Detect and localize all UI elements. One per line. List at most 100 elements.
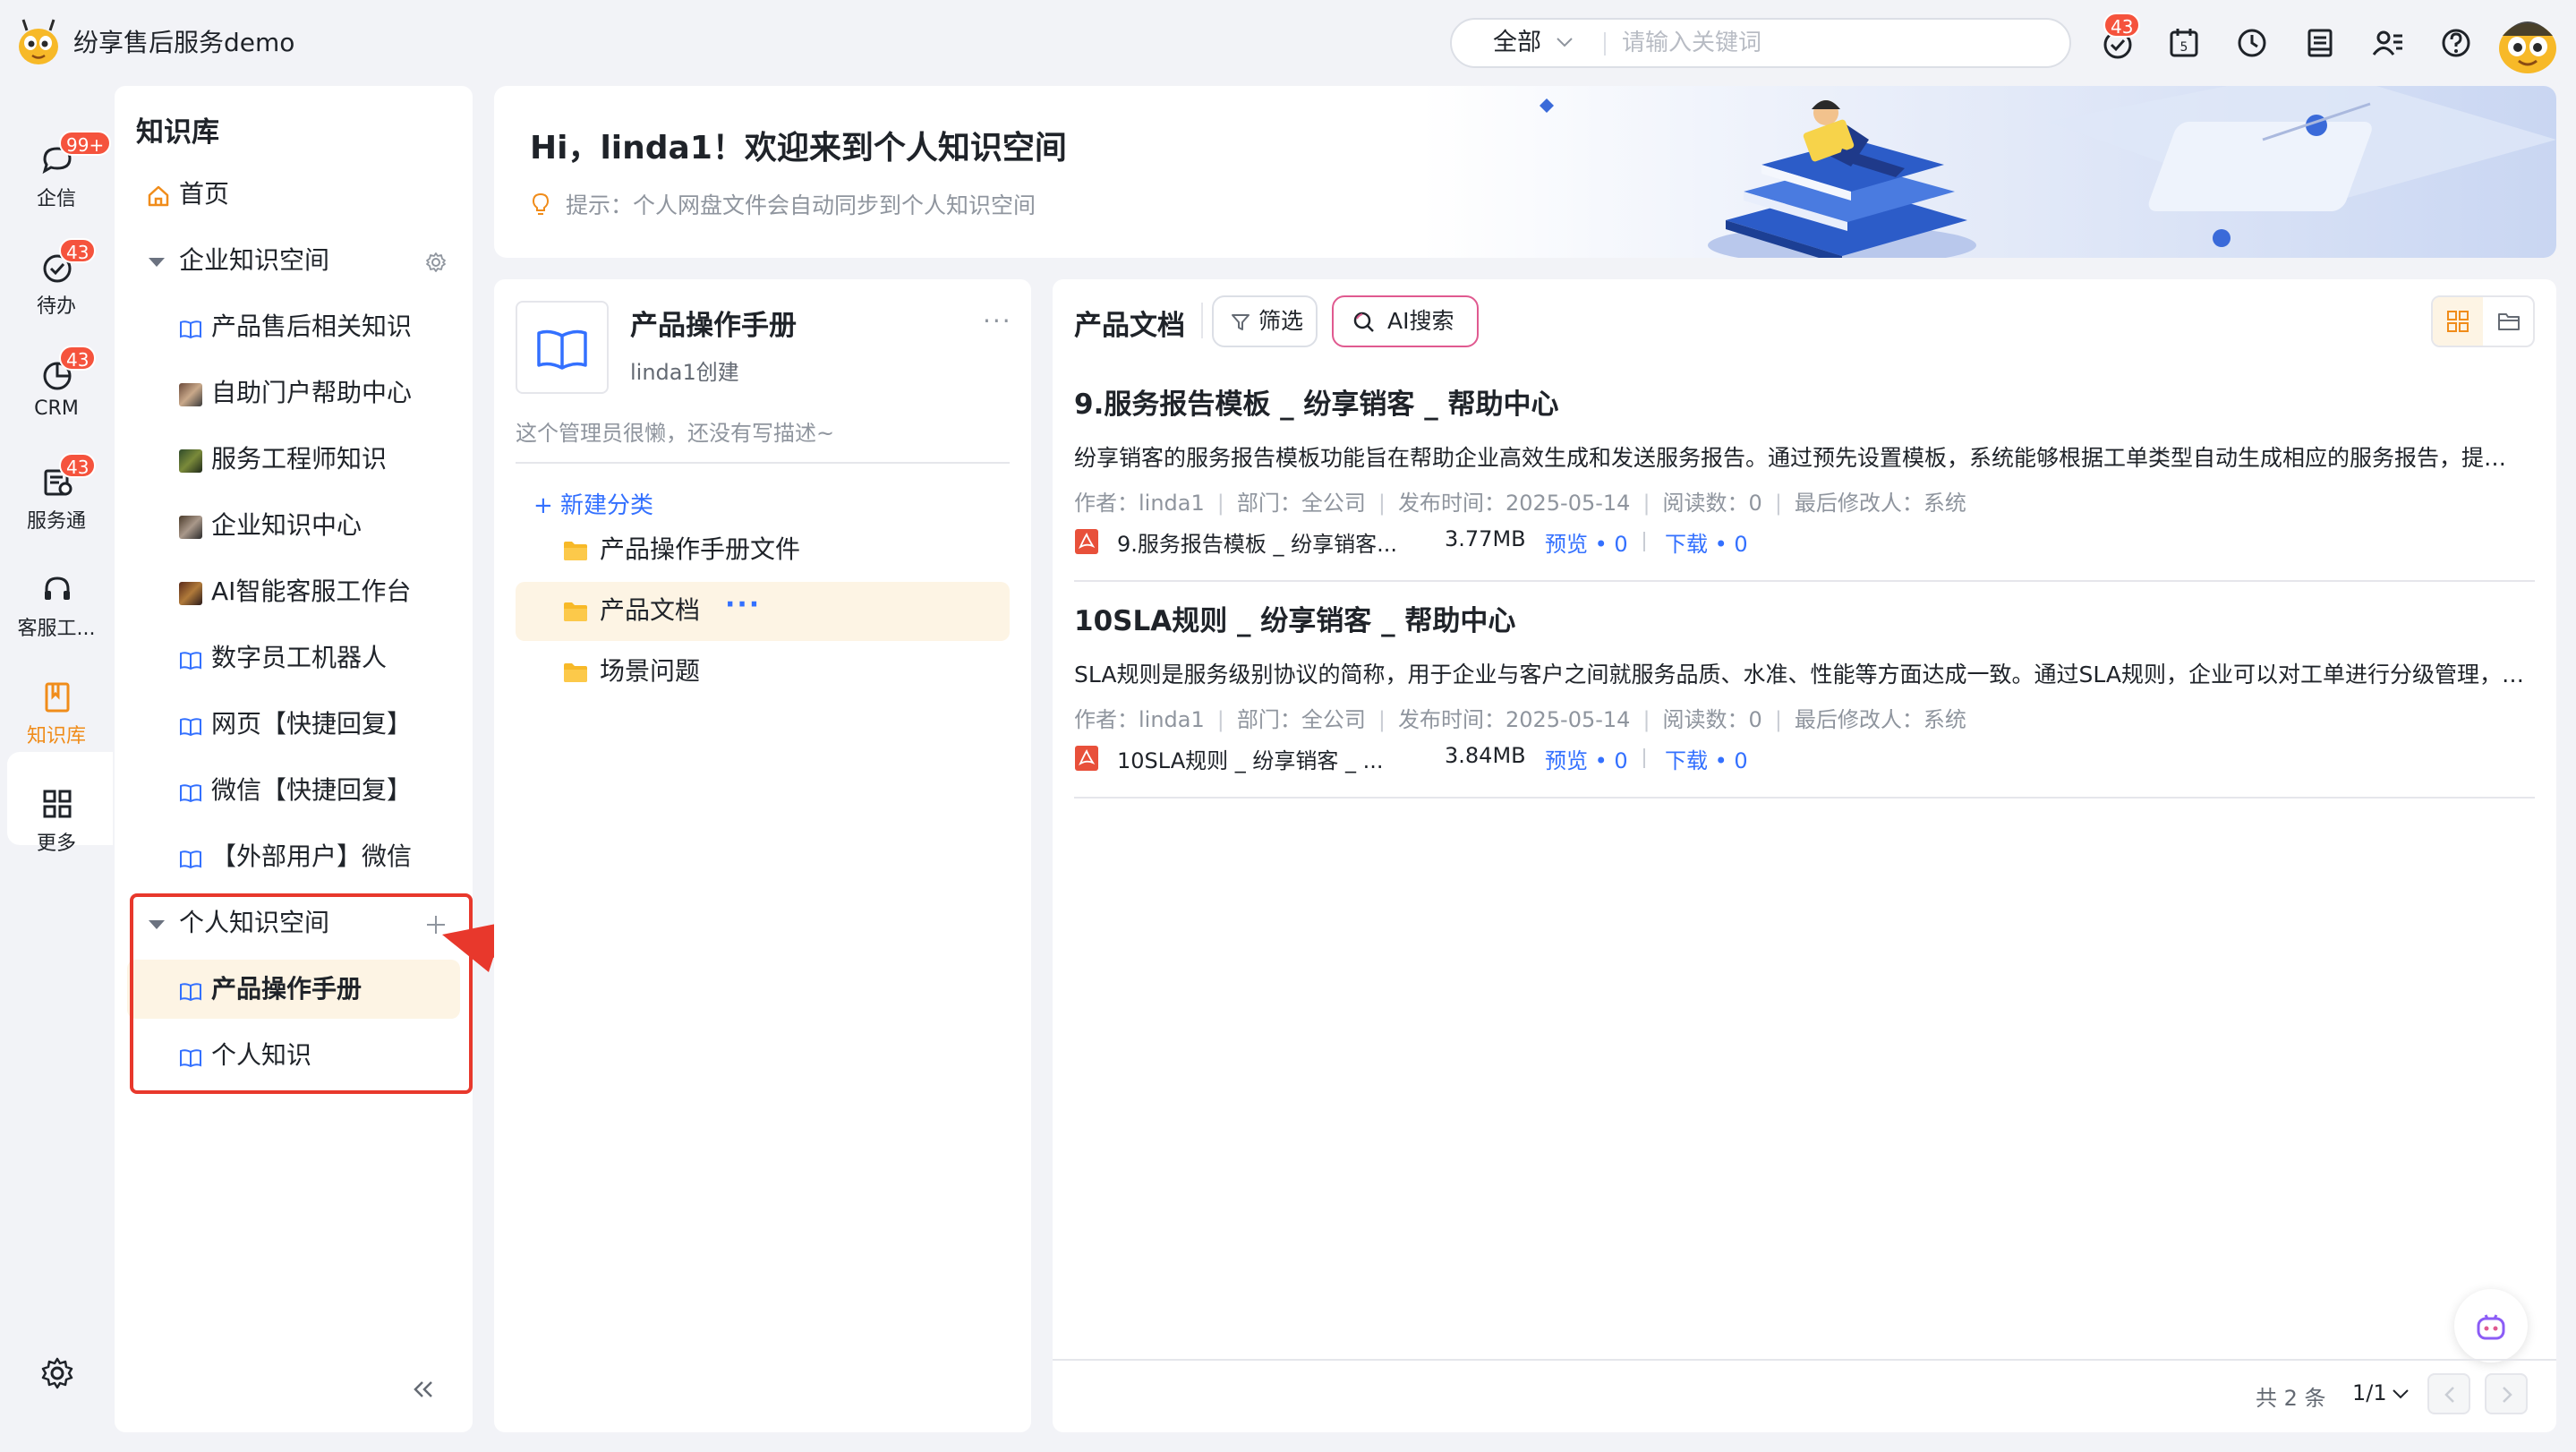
- folder-icon: [564, 663, 587, 682]
- rail-badge: 43: [59, 238, 97, 263]
- meta-separator: |: [1774, 491, 1782, 516]
- book-title: 产品操作手册: [630, 310, 797, 342]
- book-icon: [180, 718, 201, 737]
- user-avatar[interactable]: [2494, 9, 2562, 77]
- meta-modifier: 最后修改人：系统: [1794, 491, 1966, 516]
- meta-modifier: 最后修改人：系统: [1794, 707, 1966, 732]
- tree-item[interactable]: 企业知识中心: [127, 496, 460, 555]
- meta-author: 作者：linda1: [1074, 491, 1205, 516]
- ai-assistant-button[interactable]: [2454, 1289, 2528, 1362]
- folder-icon: [564, 542, 587, 560]
- contacts-icon[interactable]: [2370, 25, 2406, 61]
- rail-item-service[interactable]: 43 服务通: [0, 453, 113, 551]
- folder-view-icon[interactable]: [2485, 297, 2533, 346]
- calendar-icon[interactable]: 5: [2166, 25, 2202, 61]
- knowledge-icon: [45, 682, 70, 713]
- pdf-file-icon: [1075, 746, 1098, 771]
- new-category-button[interactable]: + 新建分类: [533, 487, 653, 520]
- category-label: 产品操作手册文件: [600, 534, 801, 564]
- svg-text:5: 5: [2180, 40, 2188, 55]
- tree-item[interactable]: 网页【快捷回复】: [127, 695, 460, 754]
- document-list-panel: 产品文档 筛选 AI搜索 9.服务报告模板 _ 纷享销客 _ 帮助中心 纷享销客…: [1053, 279, 2556, 1432]
- book-icon: [180, 320, 201, 339]
- rail-label: CRM: [34, 397, 79, 420]
- filter-button[interactable]: 筛选: [1212, 295, 1318, 347]
- file-name[interactable]: 10SLA规则 _ 纷享销客 _ ...: [1117, 743, 1384, 774]
- document-title[interactable]: 9.服务报告模板 _ 纷享销客 _ 帮助中心: [1074, 381, 1559, 422]
- document-item[interactable]: 9.服务报告模板 _ 纷享销客 _ 帮助中心 纷享销客的服务报告模板功能旨在帮助…: [1074, 372, 2535, 589]
- tree-label: 自助门户帮助中心: [211, 378, 413, 407]
- rail-item-more[interactable]: 更多: [0, 775, 113, 874]
- global-search[interactable]: 全部: [1450, 18, 2071, 68]
- ai-search-icon: [1353, 312, 1374, 332]
- app-logo-icon[interactable]: [16, 16, 61, 68]
- rail-item-todo[interactable]: 43 待办: [0, 238, 113, 337]
- clock-icon[interactable]: [2234, 25, 2270, 61]
- book-creator: linda1创建: [630, 360, 739, 385]
- ai-search-button[interactable]: AI搜索: [1332, 295, 1479, 347]
- search-separator: [1604, 32, 1606, 56]
- caret-down-icon[interactable]: [149, 258, 165, 267]
- notes-icon[interactable]: [2302, 25, 2338, 61]
- book-more-button[interactable]: ···: [983, 306, 1012, 336]
- next-page-button[interactable]: [2485, 1373, 2528, 1414]
- tree-item[interactable]: 自助门户帮助中心: [127, 363, 460, 423]
- search-scope-select[interactable]: 全部: [1493, 20, 1541, 66]
- document-item[interactable]: 10SLA规则 _ 纷享销客 _ 帮助中心 SLA规则是服务级别协议的简称，用于…: [1074, 589, 2535, 806]
- document-meta: 作者：linda1 | 部门：全公司 | 发布时间：2025-05-14 | 阅读数：0 | 最…: [1074, 702, 1966, 733]
- preview-link[interactable]: 预览 • 0: [1545, 526, 1628, 558]
- category-item-selected[interactable]: 产品文档 ···: [516, 582, 1010, 641]
- tree-label: 产品售后相关知识: [211, 312, 413, 341]
- meta-dept: 部门：全公司: [1236, 491, 1366, 516]
- meta-separator: |: [1774, 707, 1782, 732]
- rail-item-customer-service[interactable]: 客服工...: [0, 560, 113, 659]
- download-link[interactable]: 下载 • 0: [1665, 743, 1748, 774]
- divider: [1053, 1359, 2556, 1361]
- total-count: 共 2 条: [2256, 1386, 2326, 1411]
- tree-item[interactable]: 服务工程师知识: [127, 430, 460, 489]
- category-more-button[interactable]: ···: [725, 589, 761, 620]
- category-label: 产品文档: [600, 595, 701, 625]
- tree-item[interactable]: 微信【快捷回复】: [127, 761, 460, 820]
- help-icon[interactable]: [2438, 25, 2474, 61]
- page-select[interactable]: 1/1: [2352, 1380, 2387, 1405]
- tree-enterprise-space[interactable]: 企业知识空间: [127, 231, 460, 290]
- gear-icon[interactable]: [424, 251, 448, 274]
- tree-item[interactable]: AI智能客服工作台: [127, 562, 460, 621]
- grid-view-icon[interactable]: [2433, 297, 2483, 346]
- headset-icon: [45, 577, 70, 600]
- category-item[interactable]: 场景问题: [516, 643, 1010, 702]
- prev-page-button[interactable]: [2427, 1373, 2470, 1414]
- tree-label: 网页【快捷回复】: [211, 709, 413, 739]
- book-icon: [180, 652, 201, 670]
- tree-item-home[interactable]: 首页: [127, 165, 460, 224]
- rail-item-crm[interactable]: 43 CRM: [0, 346, 113, 444]
- tree-item[interactable]: 【外部用户】微信: [127, 827, 460, 886]
- meta-author: 作者：linda1: [1074, 707, 1205, 732]
- search-input[interactable]: [1622, 27, 2043, 59]
- tree-item[interactable]: 产品售后相关知识: [127, 297, 460, 356]
- tree-item[interactable]: 数字员工机器人: [127, 628, 460, 688]
- thumbnail-icon: [179, 449, 202, 473]
- book-icon: [180, 784, 201, 803]
- meta-published: 发布时间：2025-05-14: [1397, 707, 1631, 732]
- collapse-sidebar-icon[interactable]: [408, 1375, 437, 1404]
- settings-gear-icon[interactable]: [39, 1355, 75, 1391]
- download-link[interactable]: 下载 • 0: [1665, 526, 1748, 558]
- document-title[interactable]: 10SLA规则 _ 纷享销客 _ 帮助中心: [1074, 598, 1515, 638]
- category-item[interactable]: 产品操作手册文件: [516, 521, 1010, 580]
- rail-item-knowledge[interactable]: 知识库: [0, 668, 113, 766]
- preview-link[interactable]: 预览 • 0: [1545, 743, 1628, 774]
- top-bar: 纷享售后服务demo 全部 43 5: [0, 0, 2576, 86]
- annotation-highlight-box: [130, 893, 473, 1094]
- meta-separator: |: [1378, 707, 1386, 732]
- rail-badge: 43: [59, 346, 97, 371]
- tree-title: 知识库: [136, 116, 219, 149]
- divider: [516, 462, 1010, 464]
- rail-item-qixin[interactable]: 99+ 企信: [0, 131, 113, 229]
- divider: [1643, 532, 1645, 551]
- lightbulb-icon: [532, 192, 550, 215]
- welcome-banner: Hi，linda1！欢迎来到个人知识空间 提示：个人网盘文件会自动同步到个人知识…: [494, 86, 2556, 258]
- divider: [1201, 303, 1203, 338]
- file-name[interactable]: 9.服务报告模板 _ 纷享销客...: [1117, 526, 1397, 558]
